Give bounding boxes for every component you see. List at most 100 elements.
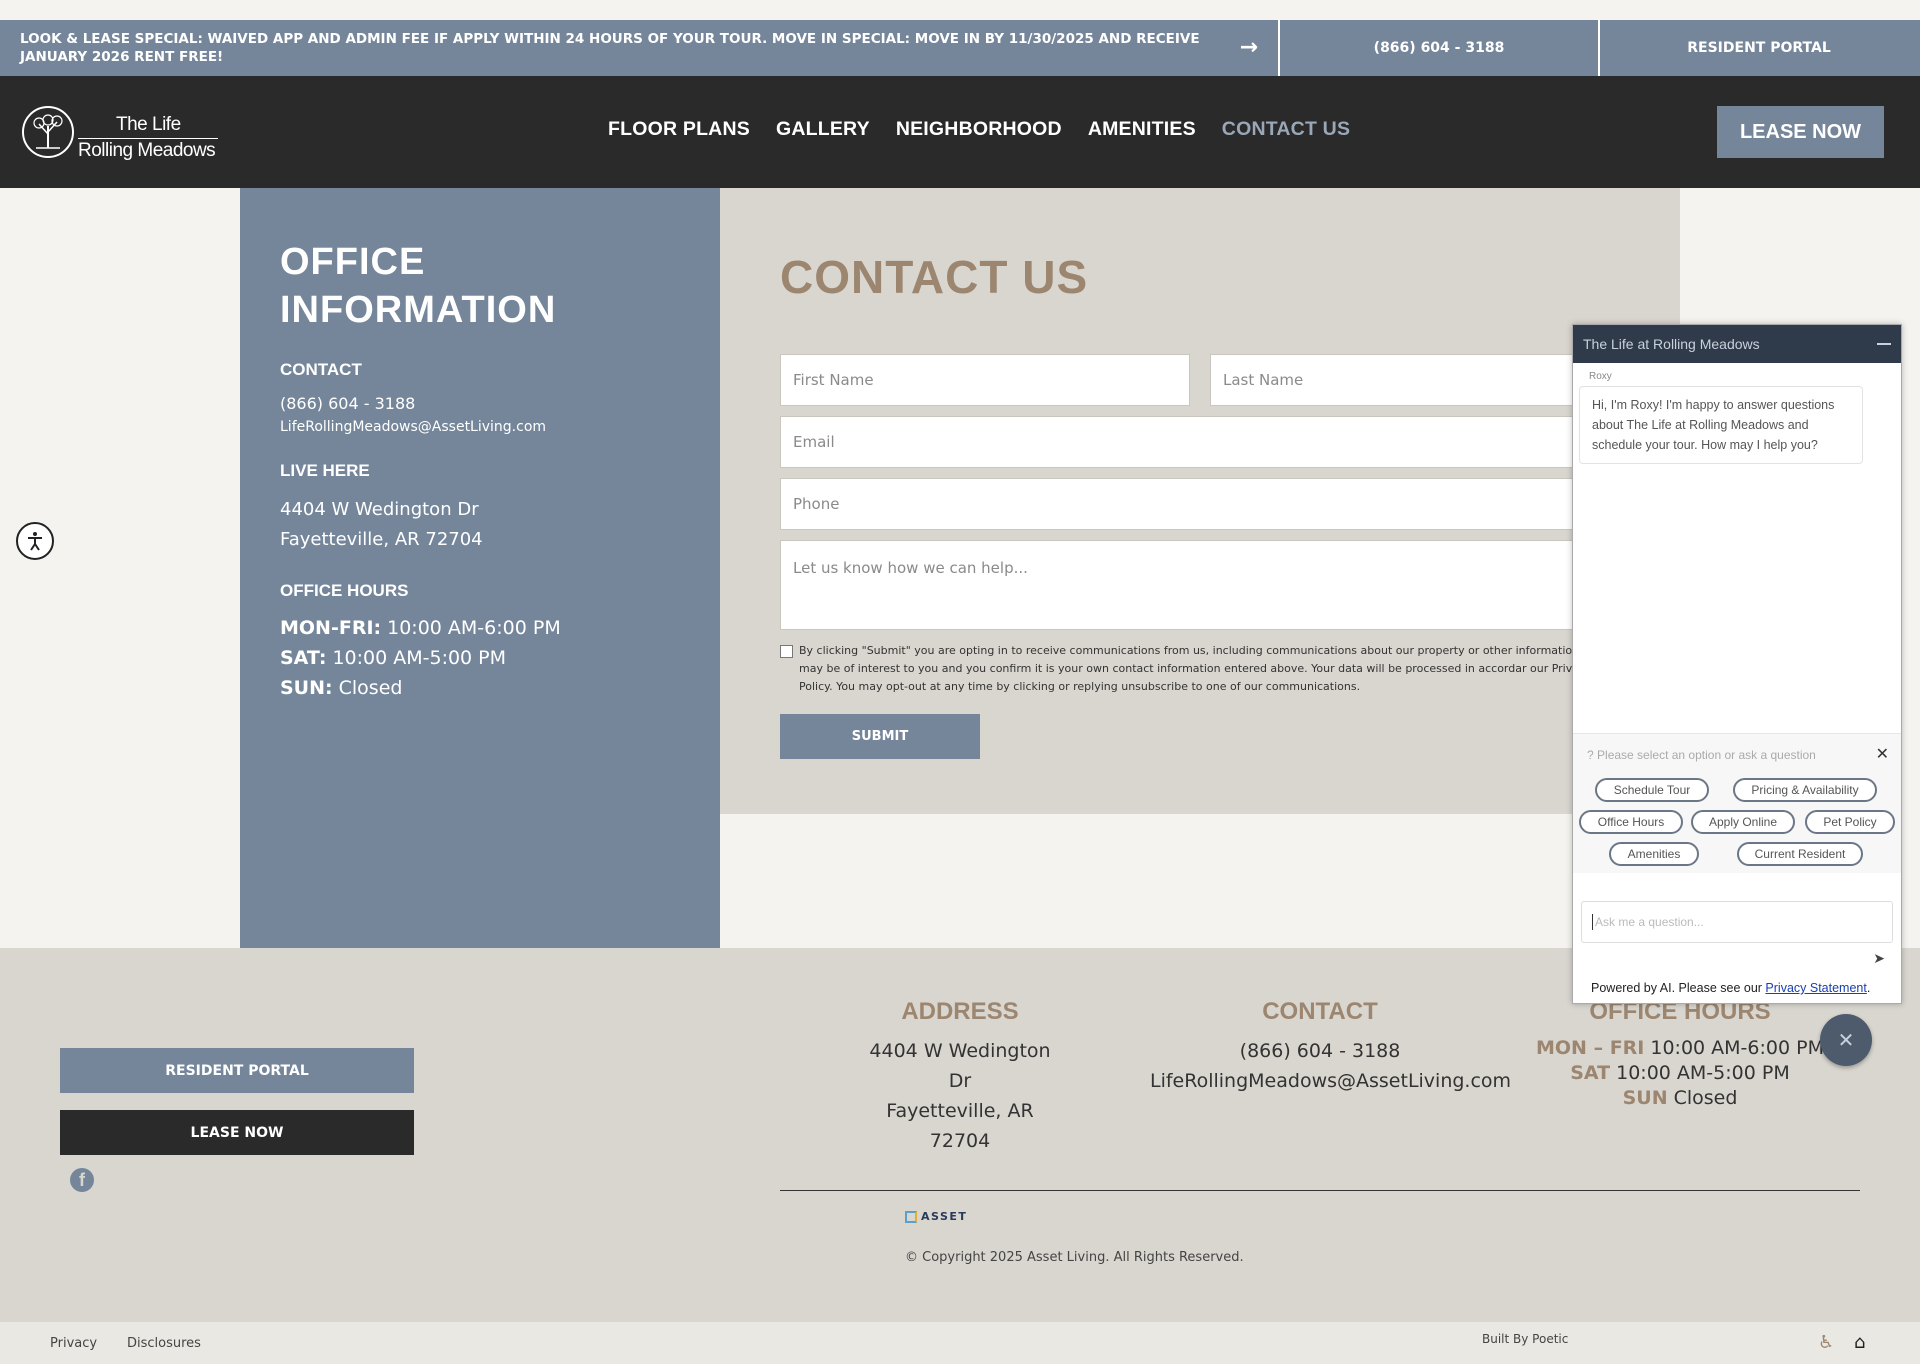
wheelchair-accessible-icon: ♿ (1818, 1332, 1835, 1353)
office-address-line1: 4404 W Wedington Dr (280, 499, 479, 520)
phone-input[interactable]: Phone (780, 478, 1630, 530)
hours-row: SAT: 10:00 AM-5:00 PM (280, 643, 680, 673)
footer-divider (780, 1190, 1860, 1191)
logo-divider (78, 138, 218, 139)
office-hours-list: MON-FRI: 10:00 AM-6:00 PM SAT: 10:00 AM-5:… (280, 613, 680, 703)
announcement-link[interactable]: LOOK & LEASE SPECIAL: WAIVED APP AND ADM… (0, 20, 1280, 76)
option-current-resident[interactable]: Current Resident (1737, 842, 1863, 866)
privacy-statement-link[interactable]: Privacy Statement (1765, 981, 1866, 995)
top-resident-portal-link[interactable]: RESIDENT PORTAL (1600, 20, 1918, 76)
chat-prompt-text: Please select an option or ask a questio… (1597, 748, 1816, 762)
submit-button[interactable]: SUBMIT (780, 714, 980, 759)
office-information-panel: OFFICE INFORMATION CONTACT (866) 604 - 3… (240, 188, 720, 948)
equal-housing-icon: ⌂ (1854, 1332, 1866, 1353)
bottom-bar: Privacy Disclosures Built By Poetic ♿ ⌂ (0, 1322, 1920, 1364)
chat-footer-end: . (1866, 981, 1871, 995)
help-icon: ? (1587, 748, 1594, 762)
footer-address-line2: Fayetteville, AR 72704 (886, 1100, 1034, 1152)
hours-time: 10:00 AM-5:00 PM (332, 647, 507, 669)
top-phone-link[interactable]: (866) 604 - 3188 (1280, 20, 1600, 76)
close-options-icon[interactable]: ✕ (1876, 744, 1889, 763)
chat-close-button[interactable]: ✕ (1820, 1014, 1872, 1066)
nav-contact-us[interactable]: CONTACT US (1222, 118, 1350, 141)
footer-phone-link[interactable]: (866) 604 - 3188 (1150, 1036, 1490, 1066)
chat-input[interactable]: Ask me a question... (1581, 901, 1893, 943)
consent-text: By clicking "Submit" you are opting in t… (799, 644, 1616, 693)
chat-widget: The Life at Rolling Meadows Roxy Hi, I'm… (1572, 324, 1902, 1004)
asset-logo-icon (905, 1210, 917, 1223)
nav-amenities[interactable]: AMENITIES (1088, 118, 1196, 141)
option-amenities[interactable]: Amenities (1609, 842, 1699, 866)
logo-text-line1: The Life (116, 114, 181, 135)
last-name-input[interactable]: Last Name (1210, 354, 1630, 406)
footer-hours-row: SAT 10:00 AM-5:00 PM (1530, 1061, 1830, 1086)
hours-day: MON-FRI: (280, 617, 382, 639)
office-address: 4404 W Wedington Dr Fayetteville, AR 727… (280, 495, 680, 555)
chat-header: The Life at Rolling Meadows (1573, 325, 1901, 363)
footer-hours-row: MON – FRI 10:00 AM-6:00 PM (1530, 1036, 1830, 1061)
nav-links: FLOOR PLANS GALLERY NEIGHBORHOOD AMENITI… (608, 118, 1350, 141)
hours-time: Closed (338, 677, 403, 699)
input-caret (1592, 914, 1593, 930)
built-by-link[interactable]: Built By Poetic (1482, 1332, 1568, 1346)
office-phone-link[interactable]: (866) 604 - 3188 (280, 394, 680, 413)
message-textarea[interactable]: Let us know how we can help... (780, 540, 1630, 630)
asset-living-logo[interactable]: ASSET (905, 1210, 967, 1223)
facebook-icon[interactable]: f (70, 1168, 94, 1192)
footer-contact: CONTACT (866) 604 - 3188 LifeRollingMead… (1150, 998, 1511, 1096)
option-office-hours[interactable]: Office Hours (1579, 810, 1683, 834)
announcement-bar: LOOK & LEASE SPECIAL: WAIVED APP AND ADM… (0, 20, 1920, 76)
nav-floor-plans[interactable]: FLOOR PLANS (608, 118, 750, 141)
option-apply-online[interactable]: Apply Online (1691, 810, 1795, 834)
hours-row: SUN: Closed (280, 673, 680, 703)
option-schedule-tour[interactable]: Schedule Tour (1595, 778, 1709, 802)
office-email-link[interactable]: LifeRollingMeadows@AssetLiving.com (280, 419, 680, 435)
nav-neighborhood[interactable]: NEIGHBORHOOD (896, 118, 1062, 141)
footer-address-line1: 4404 W Wedington Dr (869, 1040, 1051, 1092)
privacy-link[interactable]: Privacy (50, 1336, 97, 1351)
live-here-heading: LIVE HERE (280, 461, 370, 480)
main-nav: The Life Rolling Meadows FLOOR PLANS GAL… (0, 76, 1920, 188)
office-address-line2: Fayetteville, AR 72704 (280, 529, 483, 550)
chat-title: The Life at Rolling Meadows (1583, 336, 1760, 352)
chat-message: Hi, I'm Roxy! I'm happy to answer questi… (1579, 386, 1863, 464)
option-pet-policy[interactable]: Pet Policy (1805, 810, 1895, 834)
footer-hours-row: SUN Closed (1530, 1086, 1830, 1111)
disclosures-link[interactable]: Disclosures (127, 1336, 201, 1351)
site-logo[interactable]: The Life Rolling Meadows (22, 104, 222, 161)
footer-address: ADDRESS 4404 W Wedington Dr Fayetteville… (860, 998, 1060, 1156)
consent-row: By clicking "Submit" you are opting in t… (780, 642, 1620, 696)
office-title: OFFICE INFORMATION (280, 241, 557, 331)
email-input[interactable]: Email (780, 416, 1630, 468)
arrow-right-icon: → (1239, 35, 1258, 60)
option-pricing-availability[interactable]: Pricing & Availability (1733, 778, 1877, 802)
footer-hours-time: 10:00 AM-6:00 PM (1650, 1037, 1824, 1059)
chat-options-panel: ? Please select an option or ask a quest… (1573, 733, 1901, 873)
office-contact-heading: CONTACT (280, 360, 362, 379)
send-icon[interactable]: ➤ (1873, 951, 1885, 967)
footer-hours-time: 10:00 AM-5:00 PM (1616, 1062, 1790, 1084)
footer-hours-day: MON – FRI (1536, 1037, 1645, 1059)
chat-input-placeholder: Ask me a question... (1595, 915, 1704, 929)
chat-bot-name: Roxy (1589, 371, 1612, 382)
copyright-text: © Copyright 2025 Asset Living. All Right… (905, 1250, 1244, 1265)
office-hours-heading: OFFICE HOURS (280, 581, 409, 600)
accessibility-icon[interactable] (16, 522, 54, 560)
nav-gallery[interactable]: GALLERY (776, 118, 870, 141)
footer-hours-time: Closed (1673, 1087, 1738, 1109)
first-name-input[interactable]: First Name (780, 354, 1190, 406)
contact-title: CONTACT US (780, 251, 1089, 303)
minimize-icon[interactable] (1877, 343, 1891, 345)
footer-contact-heading: CONTACT (1262, 998, 1378, 1025)
chat-prompt: ? Please select an option or ask a quest… (1587, 748, 1816, 762)
hours-day: SAT: (280, 647, 327, 669)
footer-hours-day: SUN (1622, 1087, 1668, 1109)
footer-resident-portal-button[interactable]: RESIDENT PORTAL (60, 1048, 414, 1093)
close-icon: ✕ (1837, 1028, 1855, 1052)
consent-checkbox[interactable] (780, 645, 793, 658)
chat-footer-text: Powered by AI. Please see our (1591, 981, 1766, 995)
tree-logo-icon (22, 106, 74, 158)
footer-email-link[interactable]: LifeRollingMeadows@AssetLiving.com (1150, 1066, 1511, 1096)
footer-lease-now-button[interactable]: LEASE NOW (60, 1110, 414, 1155)
lease-now-button[interactable]: LEASE NOW (1717, 106, 1884, 158)
